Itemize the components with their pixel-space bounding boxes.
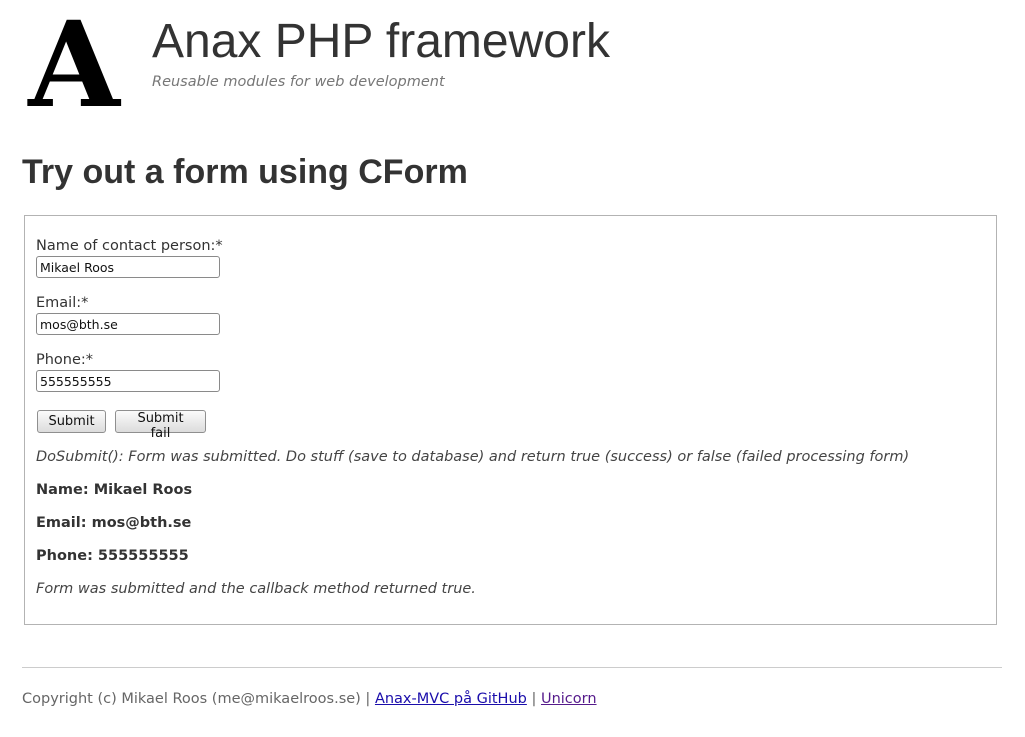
unicorn-link[interactable]: Unicorn xyxy=(541,691,597,707)
logo-letter: A xyxy=(27,8,121,112)
github-link[interactable]: Anax-MVC på GitHub xyxy=(375,691,527,707)
page-title: Try out a form using CForm xyxy=(22,153,468,191)
phone-input[interactable] xyxy=(36,370,220,392)
result-name: Name: Mikael Roos xyxy=(36,482,193,498)
dosubmit-message: DoSubmit(): Form was submitted. Do stuff… xyxy=(36,449,910,465)
callback-message: Form was submitted and the callback meth… xyxy=(36,581,476,597)
page: A Anax PHP framework Reusable modules fo… xyxy=(0,0,1025,737)
result-phone: Phone: 555555555 xyxy=(36,548,189,564)
site-slogan: Reusable modules for web development xyxy=(152,74,445,90)
phone-field-label: Phone:* xyxy=(36,352,94,368)
submit-button[interactable]: Submit xyxy=(37,410,106,433)
email-input[interactable] xyxy=(36,313,220,335)
email-field-label: Email:* xyxy=(36,295,89,311)
contact-form: Name of contact person:* Email:* Phone:*… xyxy=(24,215,997,625)
copyright-text: Copyright (c) Mikael Roos (me@mikaelroos… xyxy=(22,691,361,707)
anax-logo-icon[interactable]: A xyxy=(24,8,124,112)
site-title[interactable]: Anax PHP framework xyxy=(152,14,610,70)
result-email: Email: mos@bth.se xyxy=(36,515,192,531)
submit-fail-button[interactable]: Submit fail xyxy=(115,410,206,441)
name-field-label: Name of contact person:* xyxy=(36,238,223,254)
footer: Copyright (c) Mikael Roos (me@mikaelroos… xyxy=(22,690,597,708)
footer-separator: | xyxy=(360,691,375,707)
name-input[interactable] xyxy=(36,256,220,278)
footer-divider xyxy=(22,667,1002,668)
footer-separator: | xyxy=(526,691,541,707)
